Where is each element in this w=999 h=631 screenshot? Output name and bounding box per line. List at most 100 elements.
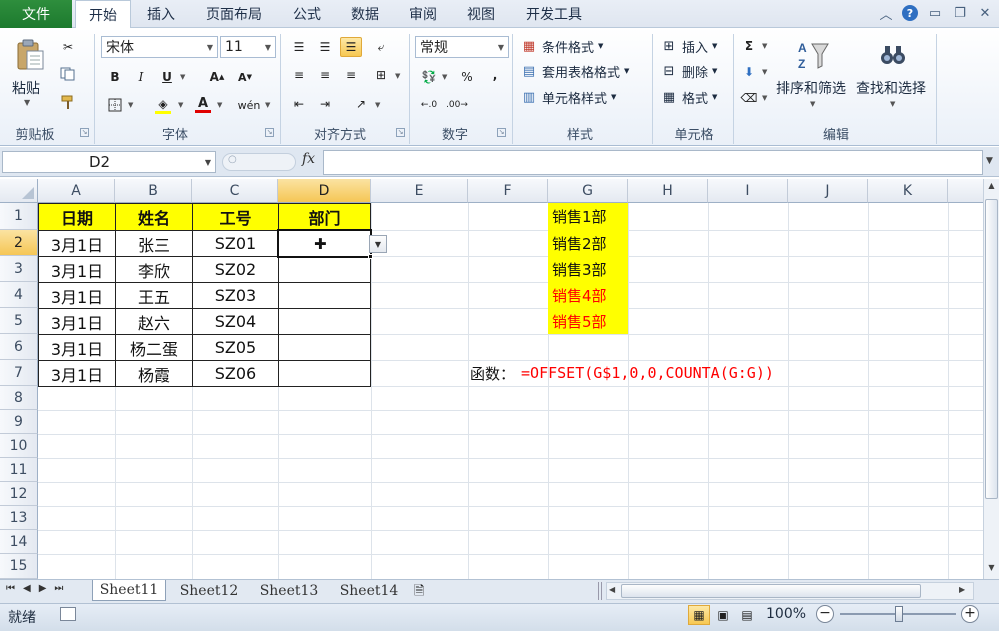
- cut-icon[interactable]: ✂: [57, 37, 79, 57]
- dept-list-item[interactable]: 销售1部: [548, 203, 628, 230]
- autosum-icon[interactable]: Σ: [738, 36, 760, 56]
- drag-handle-icon[interactable]: ○: [228, 154, 237, 165]
- format-as-table-button[interactable]: ▤ 套用表格格式 ▼: [520, 61, 630, 81]
- table-header-date[interactable]: 日期: [38, 203, 116, 231]
- tab-split-handle[interactable]: [598, 582, 602, 600]
- select-all-button[interactable]: [0, 179, 38, 203]
- conditional-formatting-button[interactable]: ▦ 条件格式 ▼: [520, 36, 604, 56]
- col-header-a[interactable]: A: [38, 179, 115, 203]
- chevron-down-icon[interactable]: ▼: [810, 100, 815, 108]
- table-cell[interactable]: 李欣: [115, 256, 193, 283]
- copy-icon[interactable]: [57, 64, 79, 84]
- zoom-out-icon[interactable]: −: [816, 605, 834, 623]
- row-header-15[interactable]: 15: [0, 554, 38, 579]
- table-header-name[interactable]: 姓名: [115, 203, 193, 231]
- col-header-g[interactable]: G: [548, 179, 628, 203]
- tab-insert[interactable]: 插入: [136, 0, 186, 28]
- restore-icon[interactable]: ❐: [950, 4, 970, 22]
- dept-list-item[interactable]: 销售3部: [548, 256, 628, 282]
- table-cell[interactable]: SZ03: [192, 282, 279, 309]
- bold-icon[interactable]: B: [104, 67, 126, 87]
- scroll-down-icon[interactable]: ▼: [985, 563, 998, 577]
- row-header-6[interactable]: 6: [0, 334, 38, 360]
- grow-font-icon[interactable]: A ▲: [206, 67, 228, 87]
- sheet-nav-icons[interactable]: ⏮◀▶⏭: [6, 583, 71, 594]
- table-cell[interactable]: 王五: [115, 282, 193, 309]
- zoom-slider-thumb[interactable]: [895, 606, 903, 622]
- sheet-tab-sheet13[interactable]: Sheet13: [250, 580, 328, 601]
- table-cell[interactable]: SZ04: [192, 308, 279, 335]
- number-launcher-icon[interactable]: ↘: [497, 128, 506, 137]
- decrease-indent-icon[interactable]: ⇤: [288, 94, 310, 114]
- table-cell[interactable]: 3月1日: [38, 334, 116, 361]
- comma-style-button[interactable]: ,: [484, 65, 506, 85]
- table-cell[interactable]: 张三: [115, 230, 193, 257]
- format-painter-icon[interactable]: [57, 92, 79, 112]
- chevron-down-icon[interactable]: ▼: [395, 72, 400, 80]
- file-tab[interactable]: 文件: [0, 0, 72, 28]
- collapse-ribbon-icon[interactable]: ︿: [876, 4, 896, 23]
- underline-icon[interactable]: U: [156, 67, 178, 87]
- chevron-down-icon[interactable]: ▼: [128, 101, 133, 109]
- increase-decimal-icon[interactable]: ←.0: [418, 95, 440, 115]
- phonetic-icon[interactable]: wén: [238, 95, 261, 115]
- chevron-down-icon[interactable]: ▼: [203, 43, 217, 52]
- row-header-1[interactable]: 1: [0, 203, 38, 230]
- cell-styles-button[interactable]: ▥ 单元格样式 ▼: [520, 87, 617, 107]
- col-header-e[interactable]: E: [371, 179, 468, 203]
- clipboard-launcher-icon[interactable]: ↘: [80, 128, 89, 137]
- row-header-14[interactable]: 14: [0, 530, 38, 554]
- font-size-combo[interactable]: 11 ▼: [220, 36, 276, 58]
- dept-list-item[interactable]: 销售5部: [548, 308, 628, 334]
- row-header-7[interactable]: 7: [0, 360, 38, 386]
- chevron-down-icon[interactable]: ▼: [762, 94, 767, 102]
- tab-review[interactable]: 审阅: [398, 0, 448, 28]
- minimize-icon[interactable]: ▭: [925, 4, 945, 22]
- row-header-2[interactable]: 2: [0, 230, 38, 256]
- paste-button[interactable]: 粘贴: [12, 78, 40, 98]
- row-header-4[interactable]: 4: [0, 282, 38, 308]
- chevron-down-icon[interactable]: ▼: [375, 101, 380, 109]
- alignment-launcher-icon[interactable]: ↘: [396, 128, 405, 137]
- table-cell[interactable]: 3月1日: [38, 230, 116, 257]
- zoom-in-icon[interactable]: +: [961, 605, 979, 623]
- shrink-font-icon[interactable]: A ▼: [234, 67, 256, 87]
- row-header-3[interactable]: 3: [0, 256, 38, 282]
- zoom-level[interactable]: 100%: [766, 606, 806, 622]
- table-cell[interactable]: [278, 256, 371, 283]
- chevron-down-icon[interactable]: ▼: [205, 158, 211, 167]
- row-header-11[interactable]: 11: [0, 458, 38, 482]
- table-cell[interactable]: [278, 334, 371, 361]
- table-cell[interactable]: 3月1日: [38, 360, 116, 387]
- expand-formula-icon[interactable]: ▼: [986, 156, 993, 166]
- col-header-h[interactable]: H: [628, 179, 708, 203]
- sheet-tab-sheet12[interactable]: Sheet12: [170, 580, 248, 601]
- align-middle-icon[interactable]: ☰: [314, 37, 336, 57]
- tab-developer[interactable]: 开发工具: [514, 0, 594, 28]
- paste-dropdown-icon[interactable]: ▼: [24, 98, 30, 107]
- col-header-i[interactable]: I: [708, 179, 788, 203]
- row-header-10[interactable]: 10: [0, 434, 38, 458]
- percent-style-button[interactable]: %: [456, 67, 478, 87]
- insert-function-button[interactable]: fx: [302, 151, 315, 167]
- font-name-combo[interactable]: 宋体 ▼: [101, 36, 218, 58]
- clear-icon[interactable]: ⌫: [738, 88, 760, 108]
- table-cell[interactable]: 杨霞: [115, 360, 193, 387]
- table-cell[interactable]: 3月1日: [38, 256, 116, 283]
- table-cell[interactable]: SZ06: [192, 360, 279, 387]
- col-header-b[interactable]: B: [115, 179, 192, 203]
- increase-indent-icon[interactable]: ⇥: [314, 94, 336, 114]
- page-break-view-icon[interactable]: ▤: [736, 605, 758, 625]
- col-header-k[interactable]: K: [868, 179, 948, 203]
- tab-formulas[interactable]: 公式: [282, 0, 332, 28]
- chevron-down-icon[interactable]: ▼: [494, 43, 508, 52]
- dept-list-item[interactable]: 销售2部: [548, 230, 628, 256]
- tab-page-layout[interactable]: 页面布局: [195, 0, 273, 28]
- fill-handle[interactable]: [368, 254, 373, 259]
- worksheet-grid[interactable]: A B C D E F G H I J K 1 2 3 4 5 6 7 8 9 …: [0, 179, 983, 579]
- sort-filter-icon[interactable]: AZ: [796, 38, 830, 72]
- scroll-left-icon[interactable]: ◀: [609, 585, 615, 594]
- sheet-tab-sheet14[interactable]: Sheet14: [330, 580, 408, 601]
- borders-icon[interactable]: [104, 95, 126, 115]
- orientation-icon[interactable]: ↗: [350, 94, 372, 114]
